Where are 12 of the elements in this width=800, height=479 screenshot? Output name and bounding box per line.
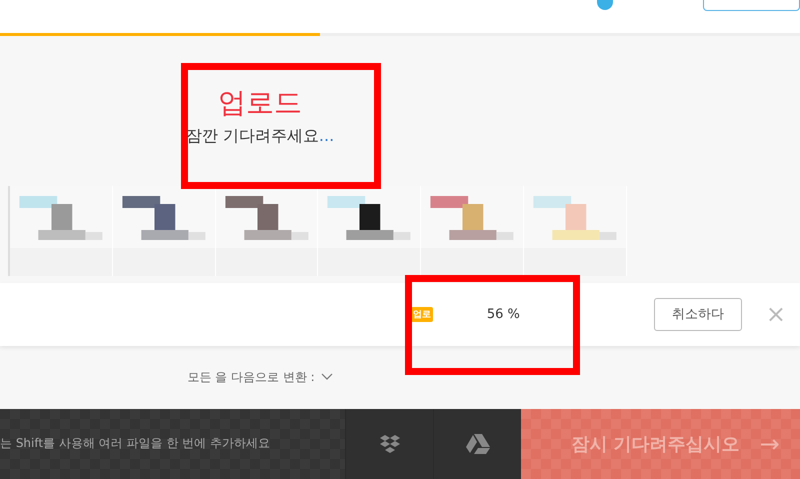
wait-message: 잠깐 기다려주세요...: [186, 126, 334, 147]
cancel-button[interactable]: 취소하다: [654, 298, 742, 331]
percent-text: 56 %: [486, 306, 520, 322]
convert-label[interactable]: 모든 을 다음으로 변환 :: [187, 368, 315, 386]
notification-badge: [597, 0, 613, 10]
nav-button[interactable]: [703, 0, 800, 11]
boxes-icon: [378, 434, 400, 454]
status-tag: 업로: [410, 306, 433, 322]
chevron-icon[interactable]: [320, 373, 333, 382]
triangle-icon: [466, 433, 490, 454]
hint-text: 는 Shift를 사용해 여러 파일을 한 번에 추가하세요: [0, 435, 270, 452]
upload-title: 업로드: [218, 86, 302, 120]
